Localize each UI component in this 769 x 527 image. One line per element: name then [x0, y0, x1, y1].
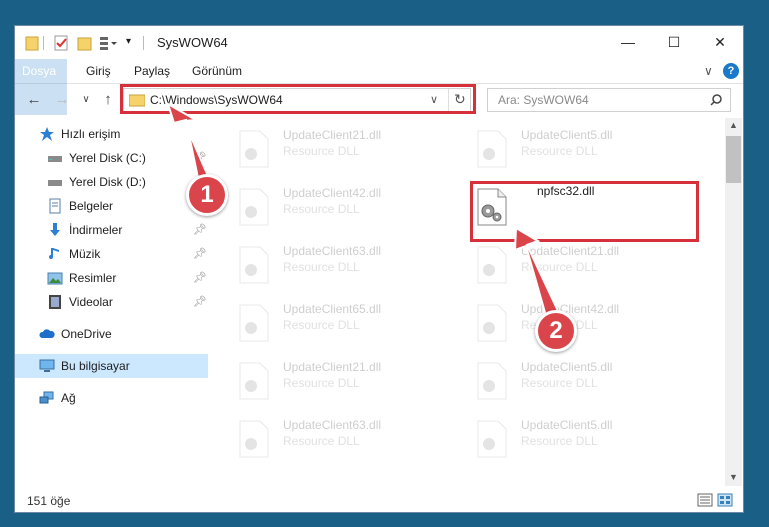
arrow-2 [513, 226, 560, 318]
annotation-arrows [166, 101, 560, 318]
step-marker-1: 1 [186, 174, 228, 216]
arrow-1 [166, 101, 210, 180]
step-marker-2: 2 [535, 310, 577, 352]
